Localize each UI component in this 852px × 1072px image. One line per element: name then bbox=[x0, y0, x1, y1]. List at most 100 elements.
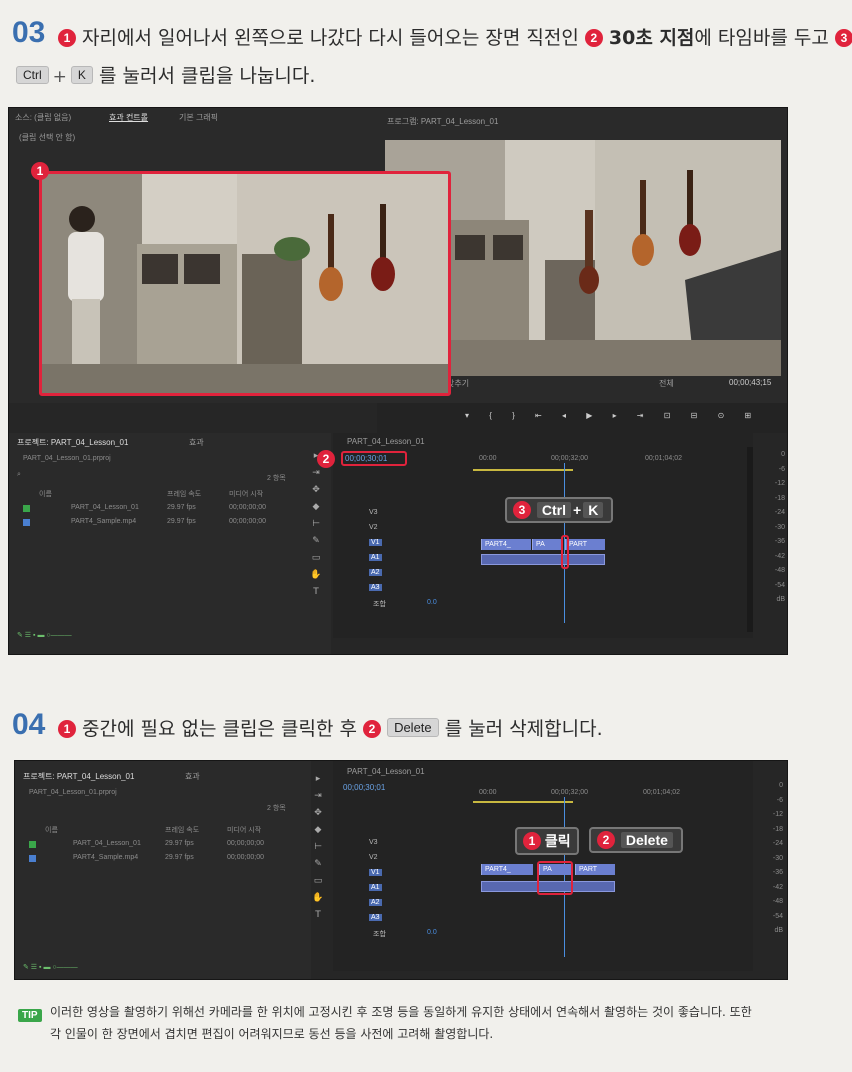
step-number-04: 04 bbox=[12, 708, 46, 741]
selected-clip-highlight bbox=[537, 861, 573, 895]
step04-text2: 를 눌러 삭제합니다. bbox=[444, 718, 603, 740]
track-a3[interactable]: A3 bbox=[369, 584, 382, 591]
row1-name-2[interactable]: PART_04_Lesson_01 bbox=[73, 840, 141, 847]
tools-column[interactable]: ▸ ⇥ ✥ ◆ ⊢ ✎ ▭ ✋ T bbox=[309, 448, 323, 597]
clip-v1-c[interactable]: PART bbox=[565, 539, 605, 550]
step03-line1: 1 자리에서 일어나서 왼쪽으로 나갔다 다시 들어오는 장면 직전인 2 30… bbox=[58, 23, 852, 50]
ruler-end: 00;01;04;02 bbox=[645, 455, 682, 462]
project-file-2: PART_04_Lesson_01.prproj bbox=[29, 789, 117, 796]
step04-line: 1 중간에 필요 없는 클립은 클릭한 후 2 Delete 를 눌러 삭제합니… bbox=[58, 714, 603, 741]
project-panel: 프로젝트: PART_04_Lesson_01 효과 PART_04_Lesso… bbox=[9, 433, 331, 654]
project-file: PART_04_Lesson_01.prproj bbox=[23, 455, 111, 462]
clip2-v1-c[interactable]: PART bbox=[575, 864, 615, 875]
timecode-2[interactable]: 00;00;30;01 bbox=[343, 783, 385, 792]
track-a2-2[interactable]: A2 bbox=[369, 899, 382, 906]
cut-point-highlight bbox=[561, 535, 569, 569]
col-fps[interactable]: 프레임 속도 bbox=[167, 489, 201, 499]
resolution-dropdown[interactable]: 전체 bbox=[659, 378, 674, 389]
ruler-mid-2: 00;00;32;00 bbox=[551, 789, 588, 796]
work-area-bar-2 bbox=[473, 801, 573, 803]
meter-scale-2: 0 -6 -12 -18 -24 -30 -36 -42 -48 -54 dB bbox=[772, 782, 783, 934]
search-icon[interactable]: ⌕ bbox=[17, 471, 21, 479]
col-start-2[interactable]: 미디어 시작 bbox=[227, 825, 261, 835]
col-fps-2[interactable]: 프레임 속도 bbox=[165, 825, 199, 835]
audio-meter bbox=[747, 447, 753, 632]
track-v1[interactable]: V1 bbox=[369, 539, 382, 546]
current-timecode[interactable]: 00;00;30;01 bbox=[343, 453, 405, 464]
premiere-screenshot-2: 프로젝트: PART_04_Lesson_01 효과 PART_04_Lesso… bbox=[14, 760, 788, 980]
effects-tab[interactable]: 효과 bbox=[189, 437, 204, 448]
mix-label: 조합 bbox=[373, 601, 386, 608]
track-v1-2[interactable]: V1 bbox=[369, 869, 382, 876]
program-title: 프로그램: PART_04_Lesson_01 bbox=[387, 117, 499, 126]
tools-column-2[interactable]: ▸ ⇥ ✥ ◆ ⊢ ✎ ▭ ✋ T bbox=[311, 771, 325, 921]
playback-buttons[interactable]: ▾ { } ⇤ ◂ ▶ ▸ ⇥ ⊡ ⊟ ⊙ ⊞ bbox=[465, 411, 760, 420]
work-area-bar bbox=[473, 469, 573, 471]
col-name[interactable]: 이름 bbox=[39, 489, 52, 499]
project-toolbar-2[interactable]: ✎ ☰ ▪ ▬ ○——— bbox=[23, 963, 78, 971]
total-duration: 00;00;43;15 bbox=[729, 378, 772, 387]
k-key: K bbox=[70, 66, 93, 84]
callout-num-2: 2 bbox=[597, 831, 615, 849]
meter-scale: 0 -6 -12 -18 -24 -30 -36 -42 -48 -54 dB bbox=[774, 451, 785, 603]
click-callout: 1 클릭 bbox=[515, 827, 579, 855]
delete-callout: 2 Delete bbox=[589, 827, 683, 853]
clip-swatch-2 bbox=[29, 855, 36, 862]
row2-name-2[interactable]: PART4_Sample.mp4 bbox=[73, 854, 138, 861]
clip-v1-b[interactable]: PA bbox=[532, 539, 562, 550]
clip2-v1-a[interactable]: PART4_ bbox=[481, 864, 533, 875]
badge-2-timecode: 2 bbox=[317, 450, 335, 468]
row1-start: 00;00;00;00 bbox=[229, 504, 266, 511]
callout-plus: + bbox=[573, 502, 582, 518]
tab-source[interactable]: 소스: (클립 없음) bbox=[15, 112, 71, 123]
callout-delete: Delete bbox=[620, 832, 673, 848]
track-a2[interactable]: A2 bbox=[369, 569, 382, 576]
item-count: 2 항목 bbox=[267, 475, 286, 482]
row1-fps-2: 29.97 fps bbox=[165, 840, 194, 847]
mix-value-2[interactable]: 0.0 bbox=[427, 929, 437, 936]
project-toolbar[interactable]: ✎ ☰ ▪ ▬ ○——— bbox=[17, 631, 72, 639]
clip-color-swatch bbox=[23, 519, 30, 526]
mix-value[interactable]: 0.0 bbox=[427, 599, 437, 606]
clip-a1[interactable] bbox=[481, 554, 605, 565]
tab-effect-controls[interactable]: 효과 컨트롤 bbox=[109, 112, 148, 123]
tab-essential-graphics[interactable]: 기본 그래픽 bbox=[179, 112, 218, 123]
sequence-color-swatch bbox=[23, 505, 30, 512]
track-a1[interactable]: A1 bbox=[369, 554, 382, 561]
person-scene-image bbox=[42, 174, 448, 393]
step04-num1: 1 bbox=[58, 720, 76, 738]
track-a3-2[interactable]: A3 bbox=[369, 914, 382, 921]
timeline-panel-2: PART_04_Lesson_01 00;00;30;01 00:00 00;0… bbox=[333, 761, 753, 971]
ctrl-k-callout: 3 Ctrl + K bbox=[505, 497, 614, 523]
step03-text1: 자리에서 일어나서 왼쪽으로 나갔다 다시 들어오는 장면 직전인 bbox=[82, 27, 579, 49]
tip-badge: TIP bbox=[18, 1009, 42, 1022]
row2-name[interactable]: PART4_Sample.mp4 bbox=[71, 518, 136, 525]
step03-num3: 3 bbox=[834, 29, 852, 47]
step03-line2: Ctrl + K 를 눌러서 클립을 나눕니다. bbox=[16, 61, 315, 88]
ruler-start-2: 00:00 bbox=[479, 789, 497, 796]
col-name-2[interactable]: 이름 bbox=[45, 825, 58, 835]
delete-key: Delete bbox=[387, 718, 439, 737]
callout-ctrl: Ctrl bbox=[536, 502, 572, 518]
row2-start-2: 00;00;00;00 bbox=[227, 854, 264, 861]
col-media-start[interactable]: 미디어 시작 bbox=[229, 489, 263, 499]
transport-controls: ▾ { } ⇤ ◂ ▶ ▸ ⇥ ⊡ ⊟ ⊙ ⊞ bbox=[377, 403, 787, 433]
track-v2-2[interactable]: V2 bbox=[369, 854, 378, 861]
track-v2[interactable]: V2 bbox=[369, 524, 378, 531]
row1-name[interactable]: PART_04_Lesson_01 bbox=[71, 504, 139, 511]
step03-highlight: 30초 지점 bbox=[608, 27, 695, 49]
tip-line2: 각 인물이 한 장면에서 겹치면 편집이 어려워지므로 동선 등을 사전에 고려… bbox=[50, 1027, 494, 1041]
timecode-box: 00;00;30;01 bbox=[341, 451, 407, 466]
track-v3-2[interactable]: V3 bbox=[369, 839, 378, 846]
step03-text3: 를 눌러서 클립을 나눕니다. bbox=[98, 65, 316, 87]
effects-tab-2[interactable]: 효과 bbox=[185, 771, 200, 782]
clip-v1-a[interactable]: PART4_ bbox=[481, 539, 531, 550]
project-title-2: 프로젝트: PART_04_Lesson_01 bbox=[23, 772, 135, 781]
ctrl-key: Ctrl bbox=[16, 66, 49, 84]
step03-num1: 1 bbox=[58, 29, 76, 47]
callout-click: 클릭 bbox=[544, 833, 571, 849]
track-v3[interactable]: V3 bbox=[369, 509, 378, 516]
track-a1-2[interactable]: A1 bbox=[369, 884, 382, 891]
row2-start: 00;00;00;00 bbox=[229, 518, 266, 525]
sequence-title-2: PART_04_Lesson_01 bbox=[347, 767, 425, 776]
